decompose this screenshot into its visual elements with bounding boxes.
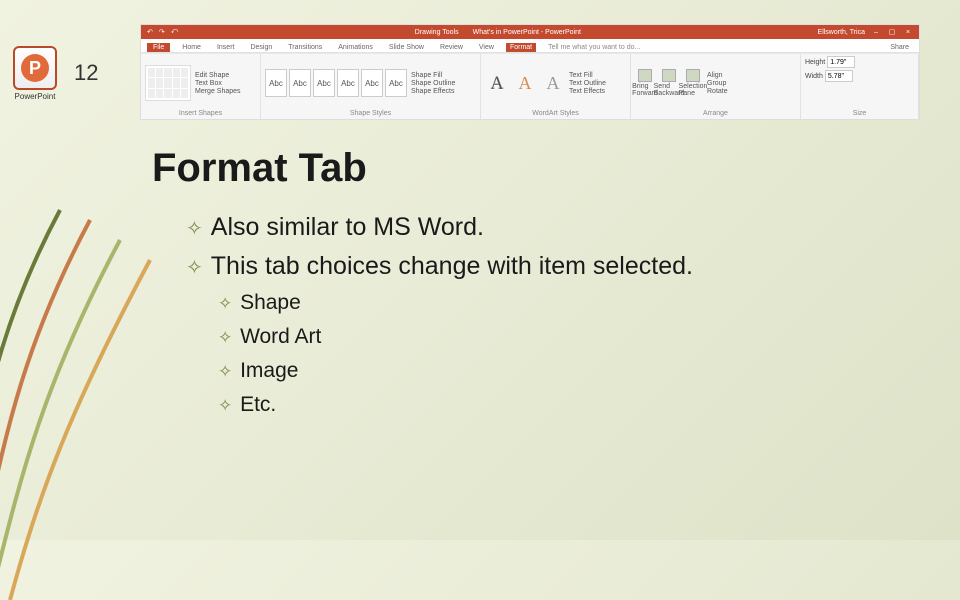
qat-undo-icon[interactable]: ↶ (147, 28, 153, 36)
bullet-level2: Shape (218, 291, 930, 315)
wordart-preset[interactable]: A (541, 68, 565, 98)
group-size: Height Width Size (801, 54, 919, 119)
ribbon-tabs: File Home Insert Design Transitions Anim… (141, 39, 919, 53)
width-input[interactable] (825, 70, 853, 82)
text-outline-button[interactable]: Text Outline (569, 80, 606, 87)
maximize-button[interactable]: ▢ (887, 28, 897, 36)
bullet-level2: Etc. (218, 393, 930, 417)
shape-style-preset[interactable]: Abc (385, 69, 407, 97)
tab-animations[interactable]: Animations (334, 43, 377, 52)
slide-number: 12 (74, 60, 98, 86)
user-name: Ellsworth, Trica (818, 29, 865, 36)
tab-format[interactable]: Format (506, 43, 536, 52)
group-insert-shapes: Edit Shape Text Box Merge Shapes Insert … (141, 54, 261, 119)
group-button[interactable]: Group (707, 80, 728, 87)
shape-style-preset[interactable]: Abc (337, 69, 359, 97)
group-label-wordart: WordArt Styles (485, 110, 626, 117)
slide-content: Format Tab Also similar to MS Word. This… (152, 146, 930, 427)
tab-review[interactable]: Review (436, 43, 467, 52)
bring-forward-button[interactable]: Bring Forward (635, 68, 655, 98)
group-label-arrange: Arrange (635, 110, 796, 117)
bullet-level2: Image (218, 359, 930, 383)
tab-insert[interactable]: Insert (213, 43, 239, 52)
selection-pane-button[interactable]: Selection Pane (683, 68, 703, 98)
shapes-gallery[interactable] (145, 65, 191, 101)
shape-outline-button[interactable]: Shape Outline (411, 80, 455, 87)
edit-shape-button[interactable]: Edit Shape (195, 72, 241, 79)
height-label: Height (805, 59, 825, 66)
group-label-size: Size (805, 110, 914, 117)
bullet-level1: Also similar to MS Word. (186, 213, 930, 242)
text-effects-button[interactable]: Text Effects (569, 88, 606, 95)
shape-style-preset[interactable]: Abc (313, 69, 335, 97)
shape-style-preset[interactable]: Abc (265, 69, 287, 97)
bullet-level1: This tab choices change with item select… (186, 252, 930, 281)
tab-file[interactable]: File (147, 43, 170, 52)
height-input[interactable] (827, 56, 855, 68)
group-label-shape-styles: Shape Styles (265, 110, 476, 117)
group-wordart-styles: A A A Text Fill Text Outline Text Effect… (481, 54, 631, 119)
tab-home[interactable]: Home (178, 43, 205, 52)
ribbon-body: Edit Shape Text Box Merge Shapes Insert … (141, 53, 919, 119)
powerpoint-logo: P PowerPoint (8, 46, 62, 101)
qat-redo-icon[interactable]: ↷ (159, 28, 165, 36)
merge-shapes-button[interactable]: Merge Shapes (195, 88, 241, 95)
send-backward-button[interactable]: Send Backward (659, 68, 679, 98)
titlebar: ↶ ↷ ⤺ Drawing Tools What's in PowerPoint… (141, 25, 919, 39)
group-label-insert-shapes: Insert Shapes (145, 110, 256, 117)
share-button[interactable]: Share (886, 43, 913, 52)
contextual-tab-group: Drawing Tools (415, 29, 459, 36)
window-title: What's in PowerPoint - PowerPoint (473, 29, 581, 36)
tab-transitions[interactable]: Transitions (284, 43, 326, 52)
shape-style-preset[interactable]: Abc (289, 69, 311, 97)
tab-design[interactable]: Design (246, 43, 276, 52)
tell-me-search[interactable]: Tell me what you want to do... (544, 43, 644, 52)
slide-heading: Format Tab (152, 146, 930, 191)
width-label: Width (805, 73, 823, 80)
minimize-button[interactable]: – (871, 29, 881, 36)
ribbon: ↶ ↷ ⤺ Drawing Tools What's in PowerPoint… (140, 24, 920, 120)
tab-view[interactable]: View (475, 43, 498, 52)
tab-slideshow[interactable]: Slide Show (385, 43, 428, 52)
shape-style-preset[interactable]: Abc (361, 69, 383, 97)
group-arrange: Bring Forward Send Backward Selection Pa… (631, 54, 801, 119)
shape-style-gallery[interactable]: Abc Abc Abc Abc Abc Abc (265, 69, 407, 97)
shape-effects-button[interactable]: Shape Effects (411, 88, 455, 95)
close-button[interactable]: × (903, 29, 913, 36)
wordart-preset[interactable]: A (513, 68, 537, 98)
bullet-level2: Word Art (218, 325, 930, 349)
powerpoint-logo-caption: PowerPoint (8, 92, 62, 101)
wordart-preset[interactable]: A (485, 68, 509, 98)
align-button[interactable]: Align (707, 72, 728, 79)
text-box-button[interactable]: Text Box (195, 80, 241, 87)
qat-more-icon[interactable]: ⤺ (171, 28, 178, 36)
rotate-button[interactable]: Rotate (707, 88, 728, 95)
powerpoint-logo-letter: P (21, 54, 49, 82)
text-fill-button[interactable]: Text Fill (569, 72, 606, 79)
group-shape-styles: Abc Abc Abc Abc Abc Abc Shape Fill Shape… (261, 54, 481, 119)
shape-fill-button[interactable]: Shape Fill (411, 72, 455, 79)
